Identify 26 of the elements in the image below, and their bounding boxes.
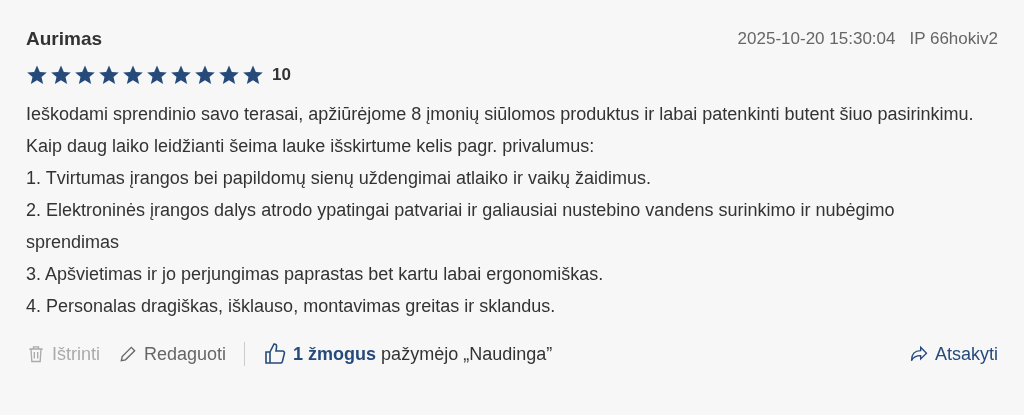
star-icon: [218, 64, 240, 86]
rating-score: 10: [272, 65, 291, 85]
review-text: 2. Elektroninės įrangos dalys atrodo ypatingai patvariai ir galiausiai nustebino vandens surinkimo ir nubėgimo sprendimas: [26, 199, 896, 254]
reply-button[interactable]: Atsakyti: [908, 343, 998, 365]
review-text: Ieškodami sprendinio savo terasai, apžiūrėjome 8 įmonių siūlomos produktus ir labai patenkinti butent šiuo pasirinkimu. Kaip daug laiko leidžianti šeima lauke išskirtume kelis pagr. privalumus:: [26, 103, 975, 158]
edit-button[interactable]: Redaguoti: [118, 343, 227, 365]
star-icon: [74, 64, 96, 86]
star-icon: [242, 64, 264, 86]
review-text: 3. Apšvietimas ir jo perjungimas paprastas bet kartu labai ergonomiškas.: [26, 263, 605, 286]
trash-icon: [26, 344, 46, 364]
ip-label: IP 66hokiv2: [909, 29, 998, 49]
star-icon: [98, 64, 120, 86]
pencil-icon: [118, 344, 138, 364]
thumbs-up-icon: [263, 342, 288, 366]
star-icon: [170, 64, 192, 86]
star-icon: [50, 64, 72, 86]
star-icon: [146, 64, 168, 86]
star-icon: [194, 64, 216, 86]
author-name: Aurimas: [26, 28, 103, 50]
star-icon: [122, 64, 144, 86]
review-text: 4. Personalas dragiškas, išklauso, montavimas greitas ir sklandus.: [26, 295, 557, 318]
helpful-button[interactable]: 1 žmogus pažymėjo „Naudinga”: [263, 342, 553, 366]
review-text: 1. Tvirtumas įrangos bei papildomų sienų uždengimai atlaiko ir vaikų žaidimus.: [26, 167, 652, 190]
share-arrow-icon: [908, 344, 929, 364]
star-icon: [26, 64, 48, 86]
review-date: 2025-10-20 15:30:04: [737, 29, 896, 49]
